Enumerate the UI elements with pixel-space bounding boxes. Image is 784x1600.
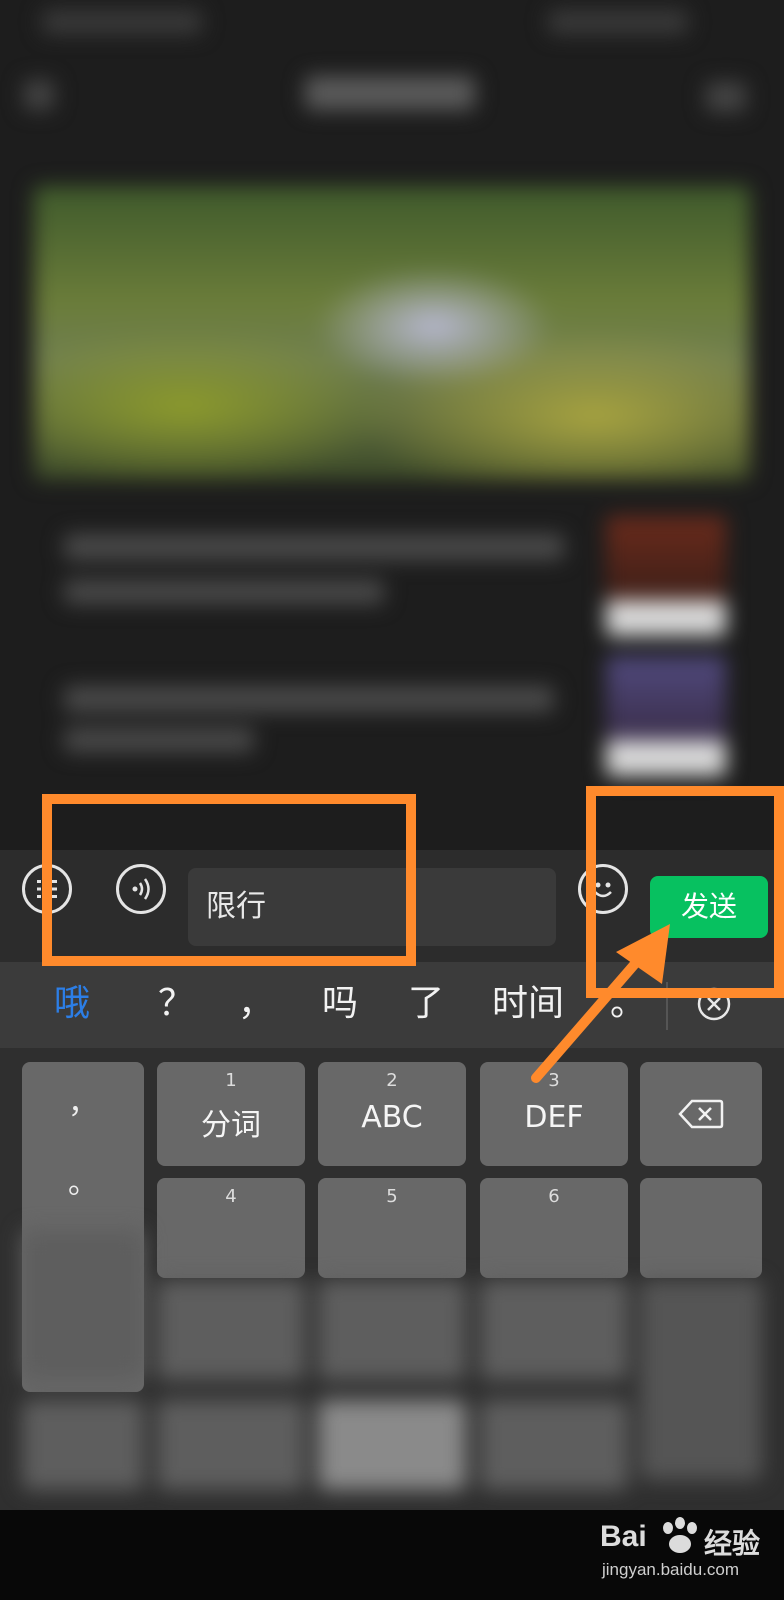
candidate-word[interactable]: ？: [158, 974, 194, 1026]
article-thumbnail[interactable]: [606, 516, 726, 636]
key-label: DEF: [524, 1100, 584, 1135]
annotation-arrow: [531, 924, 670, 1083]
key-number: 5: [386, 1186, 398, 1207]
key-number: 6: [548, 1186, 560, 1207]
key-number: 1: [225, 1070, 237, 1091]
key-label: 分词: [201, 1108, 261, 1143]
backspace-icon: [678, 1099, 724, 1129]
paw-icon: [663, 1517, 697, 1553]
annotation-box-input: [42, 794, 416, 966]
watermark-suffix: 经验: [704, 1527, 761, 1560]
article-banner-image[interactable]: [34, 186, 750, 480]
baidu-jingyan-watermark: Bai 经验 jingyan.baidu.com: [600, 1516, 770, 1586]
article-line[interactable]: [64, 580, 384, 604]
watermark-brand: Bai: [600, 1520, 647, 1553]
key-number: 2: [386, 1070, 398, 1091]
article-line[interactable]: [64, 686, 554, 712]
watermark-url: jingyan.baidu.com: [602, 1560, 740, 1579]
candidate-word[interactable]: 了: [408, 974, 444, 1026]
article-thumbnail[interactable]: [606, 656, 726, 776]
back-icon[interactable]: [24, 80, 54, 110]
chat-background: [0, 0, 784, 850]
candidate-word[interactable]: ，: [238, 974, 274, 1026]
punct-period[interactable]: 。: [22, 1158, 144, 1202]
punct-comma[interactable]: ，: [22, 1078, 144, 1122]
key-number: 4: [225, 1186, 237, 1207]
keyboard-lower-rows: [0, 1210, 784, 1510]
key-2[interactable]: 2 ABC: [318, 1062, 466, 1166]
candidate-word[interactable]: 哦: [54, 974, 90, 1026]
status-bar-right: [548, 10, 688, 34]
key-label: ABC: [361, 1100, 423, 1135]
page-title: [305, 76, 475, 110]
article-line[interactable]: [64, 728, 254, 752]
key-1[interactable]: 1 分词: [157, 1062, 305, 1166]
more-icon[interactable]: [706, 82, 746, 112]
article-line[interactable]: [64, 534, 564, 560]
candidate-word[interactable]: 吗: [322, 974, 358, 1026]
status-bar-left: [42, 10, 202, 34]
